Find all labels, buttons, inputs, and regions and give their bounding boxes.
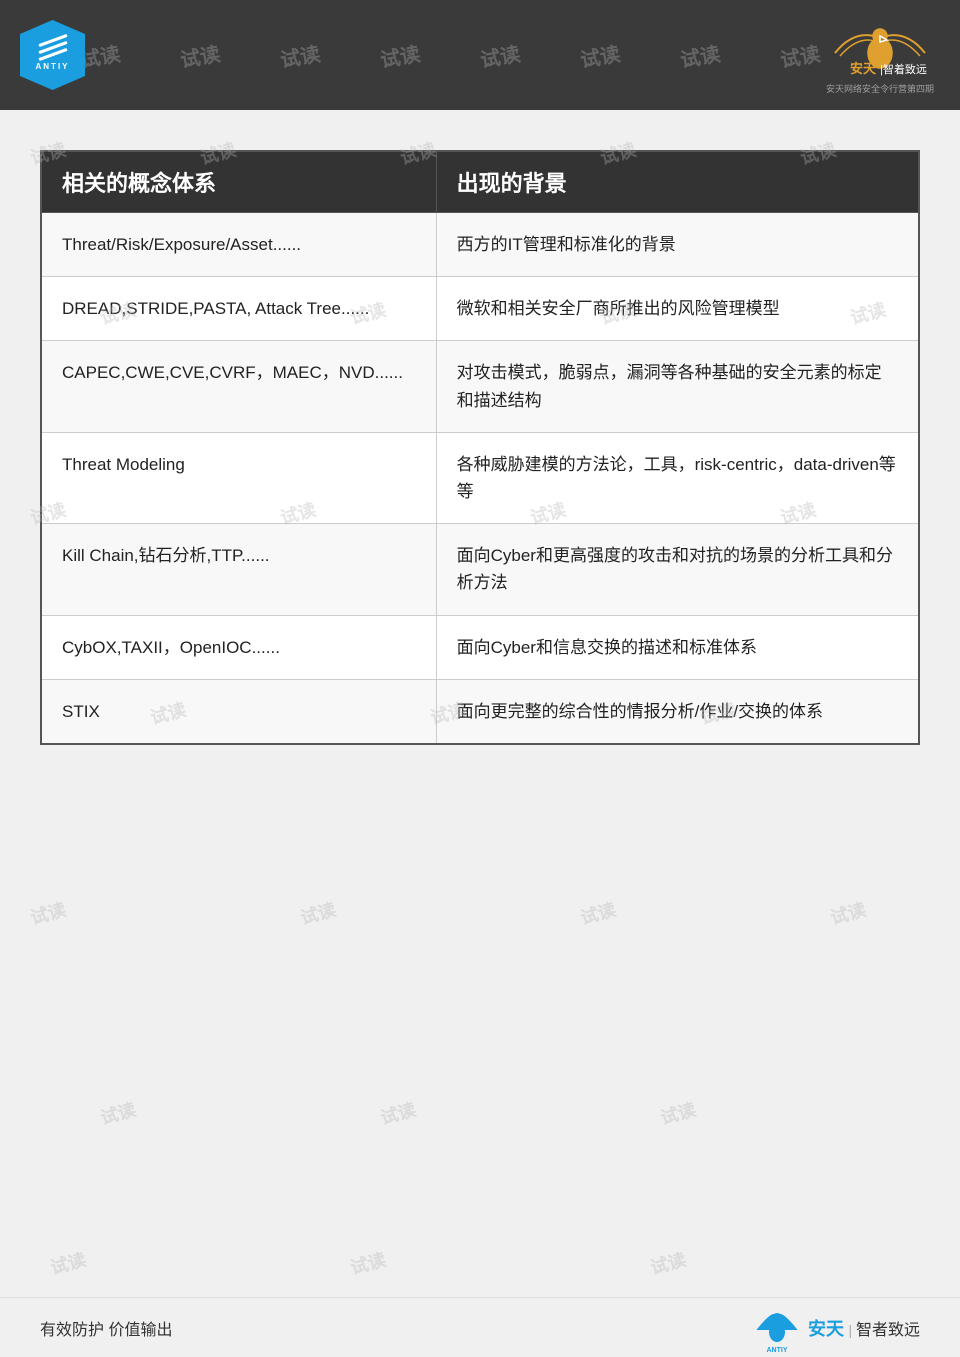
svg-text:|智着致远: |智着致远 [880,62,927,76]
logo-text: ANTIY [36,62,70,71]
header-wm-5: 试读 [478,37,522,73]
table-cell-left-1: DREAD,STRIDE,PASTA, Attack Tree...... [41,277,436,341]
table-row: CybOX,TAXII，OpenIOC......面向Cyber和信息交换的描述… [41,615,919,679]
table-cell-right-6: 面向更完整的综合性的情报分析/作业/交换的体系 [436,679,919,744]
footer-brand-chinese: 安天 [808,1319,844,1339]
table-cell-right-5: 面向Cyber和信息交换的描述和标准体系 [436,615,919,679]
footer-separator: | [848,1322,856,1338]
header: 试读 试读 试读 试读 试读 试读 试读 试读 ANTIY [0,0,960,110]
logo-inner: ANTIY [25,25,80,85]
header-subtitle: 安天网络安全令行营第四期 [826,82,934,95]
footer-logo-svg: ANTIY [752,1300,802,1355]
table-cell-right-0: 西方的IT管理和标准化的背景 [436,213,919,277]
table-cell-left-6: STIX [41,679,436,744]
header-logo: ANTIY [20,20,85,90]
header-watermarks: 试读 试读 试读 试读 试读 试读 试读 试读 [0,0,960,110]
table-row: STIX面向更完整的综合性的情报分析/作业/交换的体系 [41,679,919,744]
header-wm-8: 试读 [778,37,822,73]
table-row: Threat Modeling各种威胁建模的方法论，工具，risk-centri… [41,432,919,523]
header-wm-6: 试读 [578,37,622,73]
table-cell-left-3: Threat Modeling [41,432,436,523]
main-content: 相关的概念体系 出现的背景 Threat/Risk/Exposure/Asset… [0,110,960,1297]
table-cell-left-5: CybOX,TAXII，OpenIOC...... [41,615,436,679]
right-logo-image: 安天 |智着致远 [820,15,940,80]
table-cell-right-2: 对攻击模式，脆弱点，漏洞等各种基础的安全元素的标定和描述结构 [436,341,919,432]
footer: 有效防护 价值输出 ANTIY 安天 | 智者致远 [0,1297,960,1357]
table-cell-right-3: 各种威胁建模的方法论，工具，risk-centric，data-driven等等 [436,432,919,523]
table-cell-left-0: Threat/Risk/Exposure/Asset...... [41,213,436,277]
table-cell-left-4: Kill Chain,钻石分析,TTP...... [41,524,436,615]
header-wm-4: 试读 [378,37,422,73]
footer-tagline: 有效防护 价值输出 [40,1316,172,1340]
svg-text:ANTIY: ANTIY [767,1347,788,1354]
header-wm-7: 试读 [678,37,722,73]
table-cell-right-4: 面向Cyber和更高强度的攻击和对抗的场景的分析工具和分析方法 [436,524,919,615]
logo-hexagon: ANTIY [20,20,85,90]
table-row: DREAD,STRIDE,PASTA, Attack Tree......微软和… [41,277,919,341]
table-cell-left-2: CAPEC,CWE,CVE,CVRF，MAEC，NVD...... [41,341,436,432]
right-logo-svg: 安天 |智着致远 [825,18,935,78]
svg-text:安天: 安天 [850,61,877,76]
table-row: Kill Chain,钻石分析,TTP......面向Cyber和更高强度的攻击… [41,524,919,615]
header-col-left: 相关的概念体系 [41,151,436,213]
footer-logo: ANTIY 安天 | 智者致远 [752,1300,920,1355]
header-right-logo: 安天 |智着致远 安天网络安全令行营第四期 [820,15,940,95]
footer-brand-text: 安天 | 智者致远 [808,1315,920,1341]
table-header-row: 相关的概念体系 出现的背景 [41,151,919,213]
table-row: CAPEC,CWE,CVE,CVRF，MAEC，NVD......对攻击模式，脆… [41,341,919,432]
header-col-right: 出现的背景 [436,151,919,213]
footer-brand-sub: 智者致远 [856,1322,920,1339]
footer-right: ANTIY 安天 | 智者致远 [752,1300,920,1355]
header-wm-3: 试读 [278,37,322,73]
logo-lines [38,39,68,56]
header-wm-2: 试读 [178,37,222,73]
table-cell-right-1: 微软和相关安全厂商所推出的风险管理模型 [436,277,919,341]
table-row: Threat/Risk/Exposure/Asset......西方的IT管理和… [41,213,919,277]
concept-table: 相关的概念体系 出现的背景 Threat/Risk/Exposure/Asset… [40,150,920,745]
